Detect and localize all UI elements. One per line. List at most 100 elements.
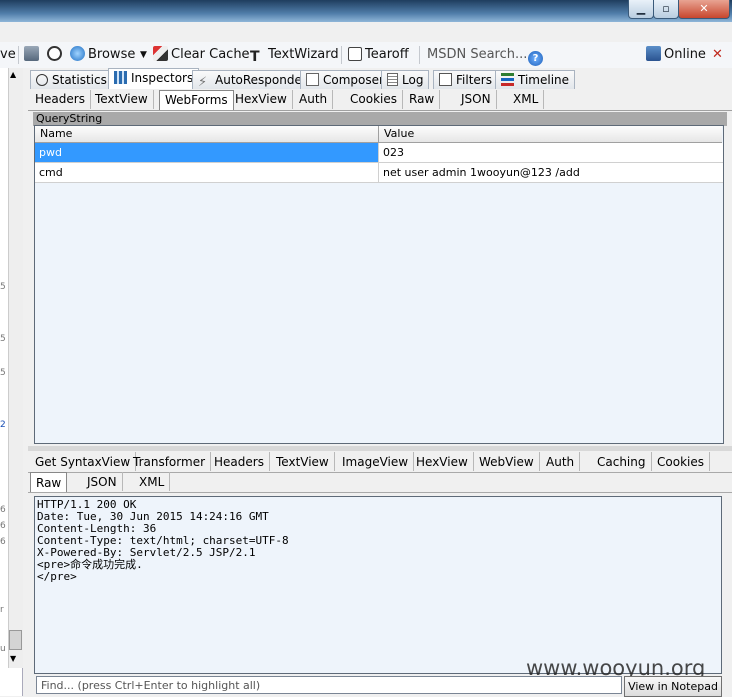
textwizard-button[interactable]: T TextWizard	[250, 46, 339, 65]
req-tab-json[interactable]: JSON	[456, 90, 497, 109]
response-line: </pre>	[37, 570, 77, 583]
querystring-title: QueryString	[33, 112, 727, 126]
tab-inspectors-label: Inspectors	[131, 71, 194, 85]
resp-tab-headers[interactable]: Headers	[209, 452, 270, 471]
network-icon	[646, 46, 661, 61]
scrollbar-thumb[interactable]	[9, 630, 22, 650]
lightning-icon: ⚡	[198, 75, 208, 90]
minimize-button[interactable]: ▁	[628, 0, 654, 19]
resp-tab-xml[interactable]: XML	[134, 472, 171, 491]
left-pane-fragment: 6	[0, 521, 6, 531]
maximize-button[interactable]: ▫	[653, 0, 679, 19]
sessions-scrollbar[interactable]	[8, 68, 23, 668]
tab-inspectors[interactable]: Inspectors	[108, 68, 200, 89]
timer-icon[interactable]	[47, 46, 65, 64]
view-in-notepad-button[interactable]: View in Notepad	[624, 676, 722, 697]
stopwatch-icon	[36, 74, 48, 86]
tearoff-button[interactable]: Tearoff	[348, 46, 409, 64]
tab-timeline-label: Timeline	[518, 73, 570, 87]
request-inspector-tabs: Headers TextView WebForms HexView Auth C…	[28, 90, 732, 111]
req-tab-cookies[interactable]: Cookies	[345, 90, 403, 109]
resp-tab-imageview[interactable]: ImageView	[337, 452, 415, 471]
tab-statistics[interactable]: Statistics	[30, 70, 113, 89]
tab-filters-label: Filters	[456, 73, 492, 87]
tab-autoresponder-label: AutoResponder	[215, 73, 307, 87]
timeline-icon	[501, 73, 514, 86]
toolbar-separator	[341, 46, 342, 64]
left-pane-fragment: u	[0, 644, 6, 654]
left-pane-fragment: r	[0, 605, 4, 615]
toolbar: ve Browse ▼ Clear Cache T TextWizard Tear…	[0, 42, 732, 68]
scroll-up-icon[interactable]: ▲	[10, 70, 16, 79]
browse-dropdown-icon[interactable]: ▼	[140, 46, 147, 64]
left-pane-fragment: 2	[0, 420, 6, 430]
tab-log[interactable]: Log	[381, 70, 430, 89]
column-header-name[interactable]: Name	[35, 126, 379, 143]
resp-tab-webview[interactable]: WebView	[474, 452, 540, 471]
save-archive-icon[interactable]	[24, 46, 42, 64]
left-pane-fragment: 5	[0, 334, 6, 344]
resp-tab-transformer[interactable]: Transformer	[128, 452, 212, 471]
browse-label: Browse	[88, 47, 136, 62]
response-line: <pre>命令成功完成.	[37, 558, 143, 571]
msdn-search-input[interactable]: MSDN Search...	[427, 46, 527, 64]
inspectors-icon	[114, 71, 127, 84]
querystring-grid[interactable]: Name Value pwd 023 cmd net user admin 1w…	[34, 125, 724, 444]
table-row-value[interactable]: 023	[379, 143, 723, 163]
column-header-value[interactable]: Value	[379, 126, 722, 143]
toolbar-separator	[419, 46, 420, 64]
resp-tab-raw[interactable]: Raw	[30, 472, 68, 492]
response-raw-text[interactable]: HTTP/1.1 200 OK Date: Tue, 30 Jun 2015 1…	[34, 496, 722, 674]
tab-filters[interactable]: Filters	[433, 70, 498, 89]
toolbar-cut-label: ve	[0, 47, 16, 62]
online-status[interactable]: Online	[646, 46, 706, 64]
clear-cache-label: Clear Cache	[171, 47, 250, 62]
req-tab-headers[interactable]: Headers	[30, 90, 91, 109]
response-format-tabs: Raw JSON XML	[28, 472, 732, 493]
resp-tab-json[interactable]: JSON	[82, 472, 123, 491]
table-row-name[interactable]: pwd	[35, 143, 379, 163]
table-row-name[interactable]: cmd	[35, 163, 379, 183]
table-row-value[interactable]: net user admin 1wooyun@123 /add	[379, 163, 723, 183]
left-pane-fragment: 5	[0, 282, 6, 292]
resp-tab-cookies[interactable]: Cookies	[652, 452, 710, 471]
req-tab-textview[interactable]: TextView	[90, 90, 154, 109]
tab-composer-label: Composer	[323, 73, 384, 87]
left-pane-fragment: 6	[0, 537, 6, 547]
resp-tab-textview[interactable]: TextView	[271, 452, 335, 471]
tab-timeline[interactable]: Timeline	[495, 70, 576, 89]
close-toolbar-icon[interactable]: ✕	[712, 46, 723, 64]
pane-splitter[interactable]	[28, 446, 732, 451]
left-pane-fragment: 6	[0, 505, 6, 515]
help-icon[interactable]: ?	[528, 46, 546, 66]
tab-composer[interactable]: Composer	[300, 70, 390, 89]
online-label: Online	[664, 47, 706, 62]
tab-autoresponder[interactable]: ⚡ AutoResponder	[192, 70, 313, 89]
clear-cache-icon	[153, 46, 168, 61]
resp-tab-get-syntaxview[interactable]: Get SyntaxView	[30, 452, 137, 471]
find-input[interactable]: Find... (press Ctrl+Enter to highlight a…	[36, 676, 622, 694]
browse-button[interactable]: Browse	[70, 46, 135, 64]
close-window-button[interactable]: ✕	[678, 0, 730, 19]
clear-cache-button[interactable]: Clear Cache	[153, 46, 250, 64]
tab-log-label: Log	[402, 73, 424, 87]
req-tab-raw[interactable]: Raw	[404, 90, 441, 109]
req-tab-webforms[interactable]: WebForms	[159, 90, 234, 110]
tearoff-icon	[348, 47, 362, 61]
ie-globe-icon	[70, 46, 85, 61]
filters-checkbox-icon	[439, 73, 452, 86]
resp-tab-caching[interactable]: Caching	[592, 452, 652, 471]
req-tab-xml[interactable]: XML	[508, 90, 545, 109]
toolbar-separator	[18, 46, 19, 64]
left-pane-fragment: 5	[0, 368, 6, 378]
main-tab-strip: Statistics Inspectors ⚡ AutoResponder Com…	[28, 68, 732, 90]
req-tab-auth[interactable]: Auth	[294, 90, 334, 109]
tab-statistics-label: Statistics	[52, 73, 107, 87]
window-title-bar	[0, 0, 732, 22]
textwizard-icon: T	[250, 49, 260, 65]
req-tab-hexview[interactable]: HexView	[230, 90, 293, 109]
scroll-down-icon[interactable]: ▼	[10, 654, 16, 663]
resp-tab-hexview[interactable]: HexView	[411, 452, 474, 471]
log-icon	[387, 73, 398, 86]
resp-tab-auth[interactable]: Auth	[541, 452, 581, 471]
